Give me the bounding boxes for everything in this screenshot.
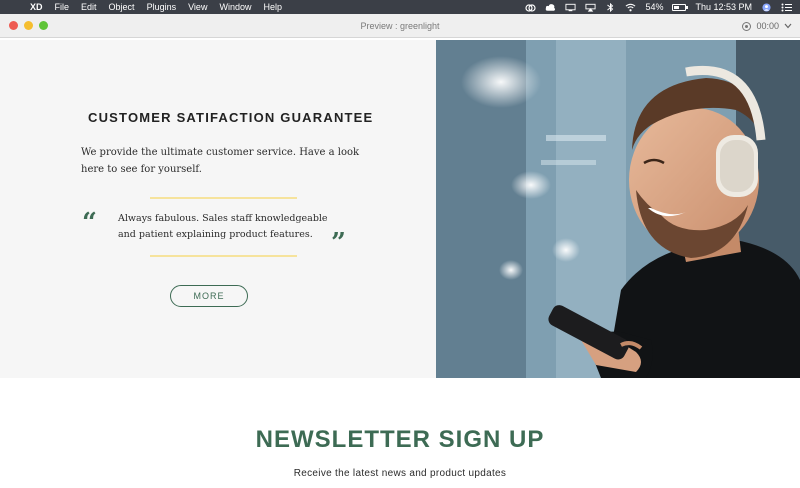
- newsletter-section: NEWSLETTER SIGN UP Receive the latest ne…: [0, 378, 800, 488]
- close-window-button[interactable]: [9, 21, 18, 30]
- menu-help[interactable]: Help: [263, 2, 282, 12]
- close-quote-icon: ”: [331, 228, 346, 258]
- menu-app-name[interactable]: XD: [30, 2, 43, 12]
- cloud-icon[interactable]: [545, 3, 556, 12]
- status-area: 54% Thu 12:53 PM: [525, 2, 792, 12]
- menu-window[interactable]: Window: [219, 2, 251, 12]
- recording-time: 00:00: [756, 21, 779, 31]
- chevron-down-icon[interactable]: [784, 23, 792, 29]
- menu-view[interactable]: View: [188, 2, 207, 12]
- creative-cloud-icon[interactable]: [525, 3, 537, 12]
- window-title: Preview : greenlight: [360, 21, 440, 31]
- menu-file[interactable]: File: [55, 2, 70, 12]
- guarantee-panel: CUSTOMER SATIFACTION GUARANTEE We provid…: [0, 40, 436, 378]
- airplay-icon[interactable]: [585, 3, 596, 12]
- user-avatar-icon[interactable]: [761, 2, 772, 12]
- menu-plugins[interactable]: Plugins: [147, 2, 177, 12]
- window-title-bar: Preview : greenlight 00:00: [0, 14, 800, 38]
- record-icon[interactable]: [742, 21, 752, 31]
- menu-bar: XD File Edit Object Plugins View Window …: [0, 0, 800, 14]
- bluetooth-icon[interactable]: [605, 2, 616, 12]
- guarantee-title: CUSTOMER SATIFACTION GUARANTEE: [88, 110, 374, 125]
- menu-object[interactable]: Object: [109, 2, 135, 12]
- hero-section: CUSTOMER SATIFACTION GUARANTEE We provid…: [0, 40, 800, 378]
- battery-icon[interactable]: [672, 3, 689, 11]
- menu-edit[interactable]: Edit: [81, 2, 97, 12]
- notification-center-icon[interactable]: [781, 3, 792, 12]
- testimonial-text: Always fabulous. Sales staff knowledgeab…: [118, 213, 328, 240]
- divider-top: [150, 197, 297, 199]
- more-button[interactable]: MORE: [170, 285, 248, 307]
- window-controls: [9, 21, 48, 30]
- display-icon[interactable]: [565, 3, 576, 12]
- menubar-clock[interactable]: Thu 12:53 PM: [695, 2, 752, 12]
- zoom-window-button[interactable]: [39, 21, 48, 30]
- guarantee-description: We provide the ultimate customer service…: [81, 147, 360, 175]
- wifi-icon[interactable]: [625, 3, 636, 12]
- battery-level: [674, 5, 680, 9]
- newsletter-title: NEWSLETTER SIGN UP: [255, 426, 545, 453]
- recording-control[interactable]: 00:00: [742, 14, 792, 38]
- minimize-window-button[interactable]: [24, 21, 33, 30]
- man-with-headphones-image: [436, 40, 800, 378]
- hero-photo: [436, 40, 800, 378]
- battery-percent: 54%: [645, 2, 664, 12]
- open-quote-icon: “: [82, 208, 97, 238]
- divider-bottom: [150, 255, 297, 257]
- newsletter-subtitle: Receive the latest news and product upda…: [293, 468, 507, 479]
